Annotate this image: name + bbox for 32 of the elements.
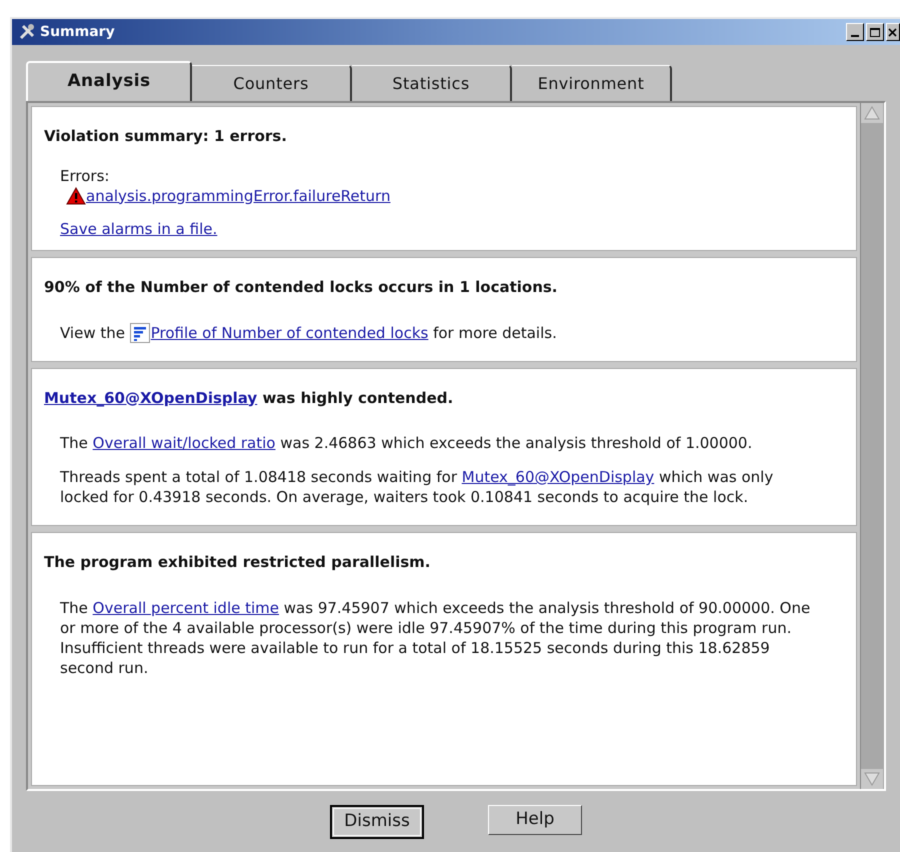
paragraph: The Overall percent idle time was 97.45907 which exceeds the analysis threshold of 90.00000. One or more of the 4 available processor(s) were idle 97.45907% of the time during this program run. Insufficient threads were available to run for a total of 18.15525 seconds during this 18.62859 second run.	[59, 598, 812, 678]
link[interactable]: Overall wait/locked ratio	[92, 434, 276, 452]
tab[interactable]: Counters	[192, 65, 352, 101]
errors-label: Errors:	[59, 166, 110, 186]
section-heading: 90% of the Number of contended locks occurs in 1 locations.	[44, 277, 559, 298]
paragraph: View the Profile of Number of contended locks for more details.	[59, 322, 558, 342]
tab[interactable]: Environment	[512, 65, 672, 101]
minimize-icon	[851, 35, 859, 37]
default-button[interactable]: Dismiss	[330, 805, 424, 839]
minimize-button[interactable]	[846, 23, 864, 41]
maximize-icon	[870, 28, 880, 36]
profile-link[interactable]: Profile of Number of contended locks	[130, 322, 428, 342]
tools-icon	[18, 23, 36, 41]
tab[interactable]: Analysis	[26, 61, 192, 101]
section-heading: Violation summary: 1 errors.	[44, 126, 288, 147]
close-button[interactable]	[886, 23, 900, 41]
section-heading: The program exhibited restricted parallelism.	[44, 552, 432, 573]
tab[interactable]: Statistics	[352, 65, 512, 101]
bar-list-icon	[130, 322, 150, 342]
warning-icon	[66, 186, 86, 204]
link[interactable]: Mutex_60@XOpenDisplay	[44, 388, 258, 406]
close-icon	[887, 27, 897, 37]
window-title: Summary	[40, 22, 115, 42]
alarm-link[interactable]: analysis.programmingError.failureReturn	[66, 186, 390, 206]
section-heading: Mutex_60@XOpenDisplay was highly contended.	[44, 388, 454, 408]
button[interactable]: Help	[488, 805, 582, 835]
paragraph: Threads spent a total of 1.08418 seconds waiting for Mutex_60@XOpenDisplay which was only locked for 0.43918 seconds. On average, waiters took 0.10841 seconds to acquire the lock.	[59, 467, 774, 507]
link[interactable]: Overall percent idle time	[92, 598, 280, 616]
link[interactable]: Mutex_60@XOpenDisplay	[462, 468, 654, 486]
paragraph: The Overall wait/locked ratio was 2.46863 which exceeds the analysis threshold of 1.00000.	[59, 433, 754, 453]
save-alarms-link[interactable]: Save alarms in a file.	[60, 218, 218, 240]
maximize-button[interactable]	[866, 23, 884, 41]
